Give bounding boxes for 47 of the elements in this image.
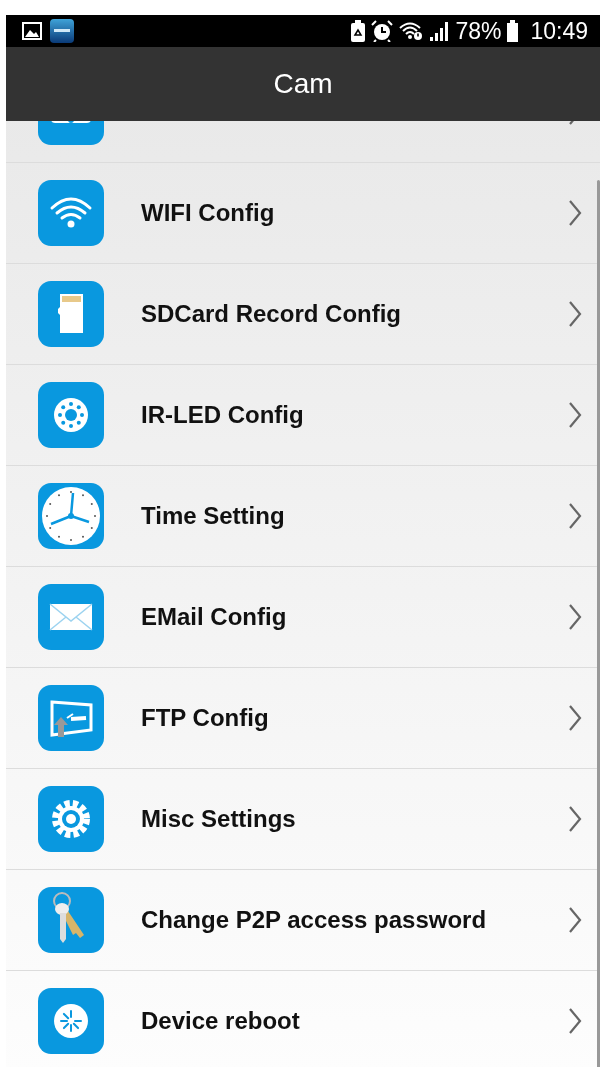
signal-icon	[429, 21, 450, 41]
settings-row[interactable]: WIFI Config	[6, 163, 600, 264]
chevron-right-icon	[568, 603, 582, 631]
settings-row[interactable]: Time Setting	[6, 466, 600, 567]
chevron-right-icon	[568, 704, 582, 732]
settings-label: Change P2P access password	[141, 906, 488, 934]
settings-row[interactable]: Misc Settings	[6, 769, 600, 870]
app-icon	[50, 19, 74, 43]
ftp-upload-icon	[38, 685, 104, 751]
battery-percentage: 78%	[455, 17, 502, 45]
settings-label: Time Setting	[141, 502, 286, 530]
settings-label: Misc Settings	[141, 805, 297, 833]
settings-label: FTP Config	[141, 704, 270, 732]
settings-label: IR-LED Config	[141, 401, 305, 429]
wifi-icon	[38, 180, 104, 246]
clock-icon	[38, 483, 104, 549]
chevron-right-icon	[568, 502, 582, 530]
battery-saver-icon	[351, 20, 366, 42]
screen-title: Cam	[273, 68, 333, 100]
chevron-right-icon	[568, 906, 582, 934]
settings-label: EMail Config	[141, 603, 288, 631]
alarm-clock-icon	[371, 20, 394, 42]
settings-row[interactable]: Device reboot	[6, 971, 600, 1067]
envelope-icon	[38, 584, 104, 650]
settings-row[interactable]: Change P2P access password	[6, 870, 600, 971]
keys-icon	[38, 887, 104, 953]
led-ring-icon	[38, 382, 104, 448]
sd-card-icon	[38, 281, 104, 347]
image-icon	[22, 22, 42, 40]
chevron-right-icon	[568, 1007, 582, 1035]
chevron-right-icon	[568, 805, 582, 833]
settings-label: SDCard Record Config	[141, 300, 402, 328]
wifi-alert-icon	[399, 21, 424, 41]
spinner-icon	[38, 988, 104, 1054]
battery-icon	[507, 20, 519, 42]
clock-time: 10:49	[530, 17, 588, 45]
chevron-right-icon	[568, 199, 582, 227]
settings-label: Device reboot	[141, 1007, 301, 1035]
settings-row[interactable]: EMail Config	[6, 567, 600, 668]
settings-row[interactable]: IR-LED Config	[6, 365, 600, 466]
scrollbar[interactable]	[597, 180, 600, 1067]
chevron-right-icon	[568, 401, 582, 429]
gear-icon	[38, 786, 104, 852]
settings-row[interactable]: SDCard Record Config	[6, 264, 600, 365]
settings-label: WIFI Config	[141, 199, 276, 227]
settings-row[interactable]: FTP Config	[6, 668, 600, 769]
chevron-right-icon	[568, 300, 582, 328]
